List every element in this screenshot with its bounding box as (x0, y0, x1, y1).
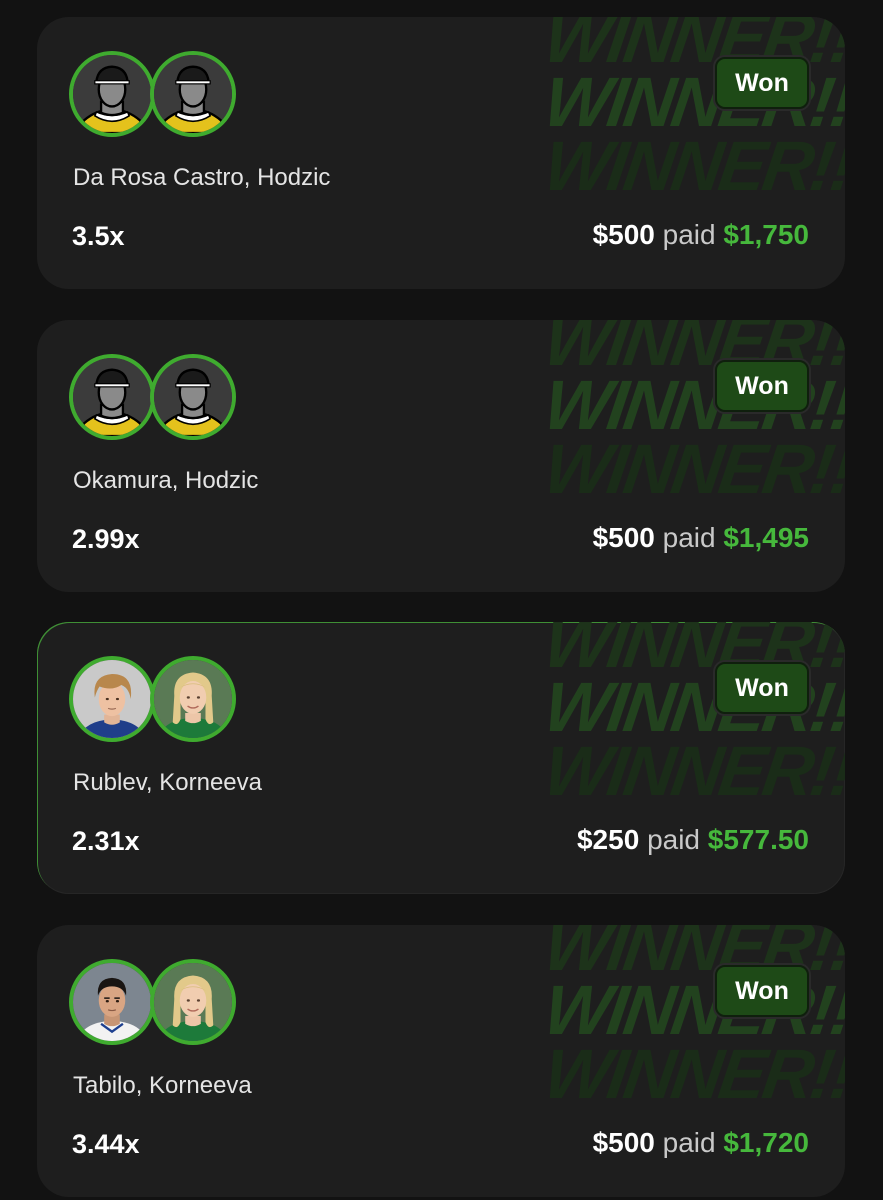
winner-watermark: WINNER!! WINNER!! WINNER!! (539, 17, 845, 205)
status-badge: Won (715, 360, 809, 412)
multiplier: 3.5x (72, 221, 125, 251)
player-avatars (69, 656, 239, 742)
stake-amount: $500 (592, 522, 655, 553)
placeholder-silhouette-icon (150, 51, 236, 137)
player-avatars (69, 354, 239, 440)
bet-card[interactable]: WINNER!! WINNER!! WINNER!! Won Tabilo, K… (37, 925, 845, 1197)
player-photo-rublev (69, 656, 155, 742)
winner-watermark: WINNER!! WINNER!! WINNER!! (539, 320, 845, 508)
payout-amount: $577.50 (707, 824, 809, 855)
multiplier: 2.31x (72, 826, 140, 856)
placeholder-silhouette-icon (69, 354, 155, 440)
multiplier: 2.99x (72, 524, 140, 554)
paid-label: paid (662, 1127, 716, 1158)
player-names: Rublev, Korneeva (73, 769, 262, 796)
player-names: Da Rosa Castro, Hodzic (73, 164, 331, 191)
bet-card[interactable]: WINNER!! WINNER!! WINNER!! Won Okamura, … (37, 320, 845, 592)
winner-watermark: WINNER!! WINNER!! WINNER!! (539, 622, 845, 810)
payout-amount: $1,750 (723, 219, 809, 250)
payout-summary: $250 paid $577.50 (577, 823, 809, 857)
payout-summary: $500 paid $1,495 (593, 521, 809, 555)
stake-amount: $500 (592, 1127, 655, 1158)
paid-label: paid (662, 219, 716, 250)
multiplier: 3.44x (72, 1129, 140, 1159)
winner-watermark: WINNER!! WINNER!! WINNER!! (539, 925, 845, 1113)
placeholder-silhouette-icon (150, 354, 236, 440)
payout-amount: $1,720 (723, 1127, 809, 1158)
player-photo-korneeva (150, 959, 236, 1045)
paid-label: paid (647, 824, 700, 855)
status-badge: Won (715, 57, 809, 109)
bet-card[interactable]: WINNER!! WINNER!! WINNER!! Won Rublev, K… (37, 622, 845, 894)
player-avatars (69, 51, 239, 137)
player-avatars (69, 959, 239, 1045)
player-photo-korneeva (150, 656, 236, 742)
payout-summary: $500 paid $1,720 (593, 1126, 809, 1160)
bet-card[interactable]: WINNER!! WINNER!! WINNER!! Won Da Rosa C… (37, 17, 845, 289)
status-badge: Won (715, 965, 809, 1017)
status-badge: Won (715, 662, 809, 714)
payout-amount: $1,495 (723, 522, 809, 553)
player-photo-tabilo (69, 959, 155, 1045)
paid-label: paid (662, 522, 716, 553)
player-names: Okamura, Hodzic (73, 467, 259, 494)
stake-amount: $250 (576, 824, 640, 855)
bet-history-feed: WINNER!! WINNER!! WINNER!! Won Da Rosa C… (0, 0, 883, 1200)
stake-amount: $500 (592, 219, 655, 250)
placeholder-silhouette-icon (69, 51, 155, 137)
player-names: Tabilo, Korneeva (73, 1072, 252, 1099)
payout-summary: $500 paid $1,750 (593, 218, 809, 252)
